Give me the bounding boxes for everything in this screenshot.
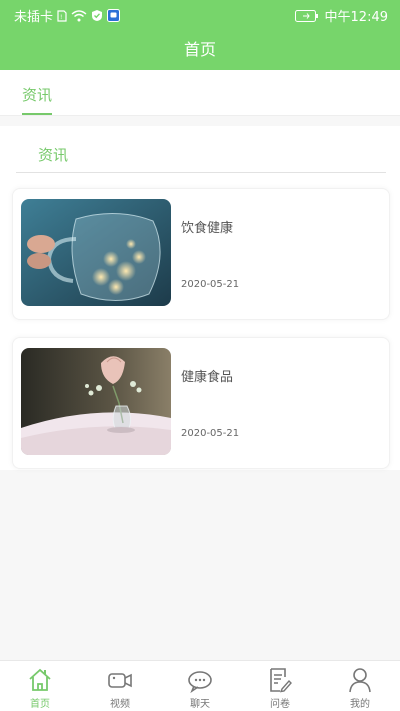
clock: 中午12:49	[324, 10, 388, 25]
nav-item-home[interactable]: 首页	[0, 661, 80, 711]
status-bar: 未插卡 ! 中午12:49	[0, 0, 400, 28]
glass-teapot-photo	[21, 199, 171, 306]
shield-icon	[92, 10, 103, 21]
article-card[interactable]: 健康食品 2020-05-21	[12, 337, 390, 469]
nav-item-chat[interactable]: 聊天	[160, 661, 240, 711]
nav-label: 问卷	[270, 699, 290, 710]
app-header: 未插卡 ! 中午12:49 首页	[0, 0, 400, 70]
article-thumbnail	[21, 348, 171, 455]
home-icon	[29, 668, 51, 691]
nav-item-video[interactable]: 视频	[80, 661, 160, 711]
article-date: 2020-05-21	[181, 428, 240, 439]
battery-icon	[294, 9, 318, 22]
article-date: 2020-05-21	[181, 279, 240, 290]
wifi-icon	[71, 9, 87, 21]
page-title: 首页	[183, 40, 216, 59]
app-notification-icon	[107, 9, 121, 22]
tab-news[interactable]: 资讯	[22, 84, 52, 105]
section-divider	[16, 172, 386, 173]
article-title: 健康食品	[181, 370, 234, 385]
survey-icon	[270, 668, 292, 693]
nav-item-survey[interactable]: 问卷	[240, 661, 320, 711]
article-card[interactable]: 饮食健康 2020-05-21	[12, 188, 390, 320]
article-title: 饮食健康	[181, 221, 234, 236]
nav-label: 视频	[110, 699, 130, 710]
news-section: 资讯 饮食健康 2020-05-21 健康食品 2020-05-21	[0, 126, 400, 470]
profile-icon	[349, 668, 371, 693]
article-thumbnail	[21, 199, 171, 306]
video-icon	[108, 673, 132, 688]
flower-vase-photo	[21, 348, 171, 455]
nav-label: 我的	[350, 699, 370, 710]
sim-card-icon: !	[57, 9, 67, 22]
nav-label: 首页	[30, 699, 50, 710]
tab-active-indicator	[22, 113, 52, 115]
tab-bar: 资讯	[0, 70, 400, 116]
bottom-nav: 首页 视频 聊天 问卷 我的	[0, 660, 400, 711]
section-title: 资讯	[38, 146, 69, 164]
svg-text:!: !	[60, 14, 62, 21]
carrier-label: 未插卡	[14, 10, 54, 25]
nav-label: 聊天	[190, 699, 210, 710]
chat-icon	[188, 671, 212, 693]
nav-item-profile[interactable]: 我的	[320, 661, 400, 711]
